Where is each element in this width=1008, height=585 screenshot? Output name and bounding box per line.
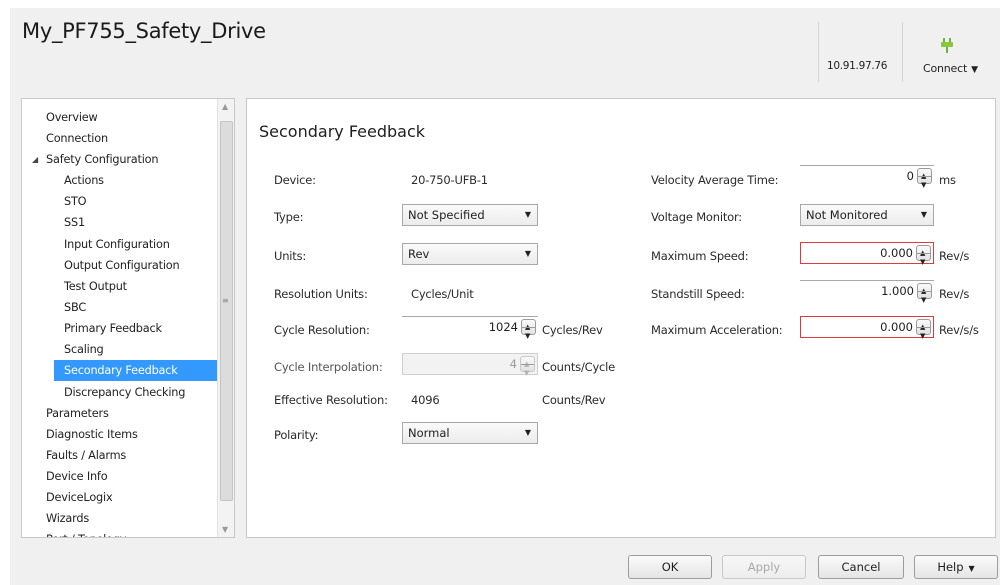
voltage-monitor-value: Not Monitored [806,208,888,222]
standstill-speed-label: Standstill Speed: [651,287,745,301]
maximum-acceleration-unit: Rev/s/s [939,323,979,337]
tree-item-test-output[interactable]: Test Output [64,276,127,297]
tree-item-label: Safety Configuration [46,153,159,166]
tree-item-ss1[interactable]: SS1 [64,212,85,233]
tree-item-output-configuration[interactable]: Output Configuration [64,255,180,276]
cycle-interpolation-label: Cycle Interpolation: [274,360,383,374]
voltage-monitor-dropdown[interactable]: Not Monitored ▼ [800,204,934,226]
maximum-speed-input[interactable]: 0.000 ▲ ▼ [800,242,934,266]
grip-icon: ≡ [222,296,229,305]
tree-scrollbar[interactable]: ▲ ≡ ▼ [217,99,234,537]
scroll-up-icon[interactable]: ▲ [222,102,228,111]
apply-button[interactable]: Apply [722,555,806,579]
tree-item-scaling[interactable]: Scaling [64,339,104,360]
velocity-average-time-label: Velocity Average Time: [651,173,779,187]
resolution-units-value: Cycles/Unit [411,287,474,301]
connect-button[interactable]: Connect ▼ [912,38,984,82]
units-value: Rev [408,247,430,261]
effective-resolution-unit: Counts/Rev [542,393,606,407]
cycle-resolution-input[interactable]: 1024 ▲ ▼ [402,316,538,340]
cycle-resolution-unit: Cycles/Rev [542,323,603,337]
chevron-down-icon: ▼ [524,210,531,219]
tree-item-device-info[interactable]: Device Info [46,466,108,487]
tree-item-primary-feedback[interactable]: Primary Feedback [64,318,162,339]
device-value: 20-750-UFB-1 [411,173,488,187]
ip-address: 10.91.97.76 [827,60,888,72]
spinner-icon[interactable]: ▲ ▼ [521,319,536,340]
header-separator [818,22,819,82]
help-label: Help [937,560,964,574]
navigation-tree: Overview Connection ◢ Safety Configuratio… [21,98,235,538]
ok-button[interactable]: OK [628,555,712,579]
polarity-value: Normal [408,426,450,440]
cycle-interpolation-input[interactable]: 4 ▲ ▼ [402,353,538,377]
standstill-speed-unit: Rev/s [939,287,970,301]
tree-item-port-topology[interactable]: Port / Topology [46,529,126,537]
chevron-down-icon: ▼ [920,210,927,219]
chevron-down-icon: ▼ [971,65,978,75]
maximum-speed-value: 0.000 [880,246,913,260]
tree-item-actions[interactable]: Actions [64,170,104,191]
tree-item-sto[interactable]: STO [64,191,87,212]
scroll-down-icon[interactable]: ▼ [222,525,228,534]
type-dropdown[interactable]: Not Specified ▼ [402,204,538,226]
spinner-icon[interactable]: ▲ ▼ [917,168,932,189]
effective-resolution-label: Effective Resolution: [274,393,388,407]
plug-icon [940,38,954,57]
device-label: Device: [274,173,316,187]
help-button[interactable]: Help ▼ [914,555,998,579]
spinner-icon: ▲ ▼ [520,356,535,377]
maximum-speed-unit: Rev/s [939,249,970,263]
chevron-down-icon: ▼ [524,249,531,258]
cycle-resolution-label: Cycle Resolution: [274,323,370,337]
chevron-down-icon: ▼ [968,564,975,573]
cancel-button[interactable]: Cancel [818,555,904,579]
velocity-average-time-value: 0 [906,169,914,183]
tree-item-connection[interactable]: Connection [46,128,108,149]
maximum-acceleration-value: 0.000 [880,320,913,334]
maximum-acceleration-label: Maximum Acceleration: [651,323,783,337]
velocity-average-time-input[interactable]: 0 ▲ ▼ [800,165,934,189]
standstill-speed-value: 1.000 [881,284,914,298]
polarity-label: Polarity: [274,428,319,442]
spinner-icon[interactable]: ▲ ▼ [916,319,931,340]
tree-item-devicelogix[interactable]: DeviceLogix [46,487,113,508]
connect-label: Connect [923,62,968,75]
spinner-icon[interactable]: ▲ ▼ [916,245,931,266]
page-title: Secondary Feedback [259,122,426,141]
type-label: Type: [274,210,304,224]
resolution-units-label: Resolution Units: [274,287,368,301]
tree-item-safety-configuration[interactable]: ◢ Safety Configuration [32,149,159,170]
scrollbar-thumb[interactable] [220,121,233,501]
units-dropdown[interactable]: Rev ▼ [402,243,538,265]
voltage-monitor-label: Voltage Monitor: [651,210,742,224]
effective-resolution-value: 4096 [411,393,440,407]
velocity-average-time-unit: ms [939,173,956,187]
standstill-speed-input[interactable]: 1.000 ▲ ▼ [800,280,934,304]
app-title: My_PF755_Safety_Drive [22,19,266,43]
tree-item-discrepancy-checking[interactable]: Discrepancy Checking [64,382,185,403]
chevron-down-icon: ▼ [524,428,531,437]
collapse-arrow-icon[interactable]: ◢ [32,149,38,170]
tree-item-diagnostic-items[interactable]: Diagnostic Items [46,424,138,445]
cycle-resolution-value: 1024 [488,320,518,334]
maximum-speed-label: Maximum Speed: [651,249,749,263]
tree-item-parameters[interactable]: Parameters [46,403,109,424]
tree-item-overview[interactable]: Overview [46,107,98,128]
header-separator [902,22,903,82]
tree-item-input-configuration[interactable]: Input Configuration [64,234,170,255]
maximum-acceleration-input[interactable]: 0.000 ▲ ▼ [800,316,934,340]
units-label: Units: [274,249,307,263]
tree-item-wizards[interactable]: Wizards [46,508,89,529]
tree-item-sbc[interactable]: SBC [64,297,86,318]
cycle-interpolation-value: 4 [509,357,517,371]
type-value: Not Specified [408,208,485,222]
tree-item-faults-alarms[interactable]: Faults / Alarms [46,445,126,466]
tree-item-secondary-feedback[interactable]: Secondary Feedback [54,360,218,381]
polarity-dropdown[interactable]: Normal ▼ [402,422,538,444]
cycle-interpolation-unit: Counts/Cycle [542,360,616,374]
spinner-icon[interactable]: ▲ ▼ [917,283,932,304]
